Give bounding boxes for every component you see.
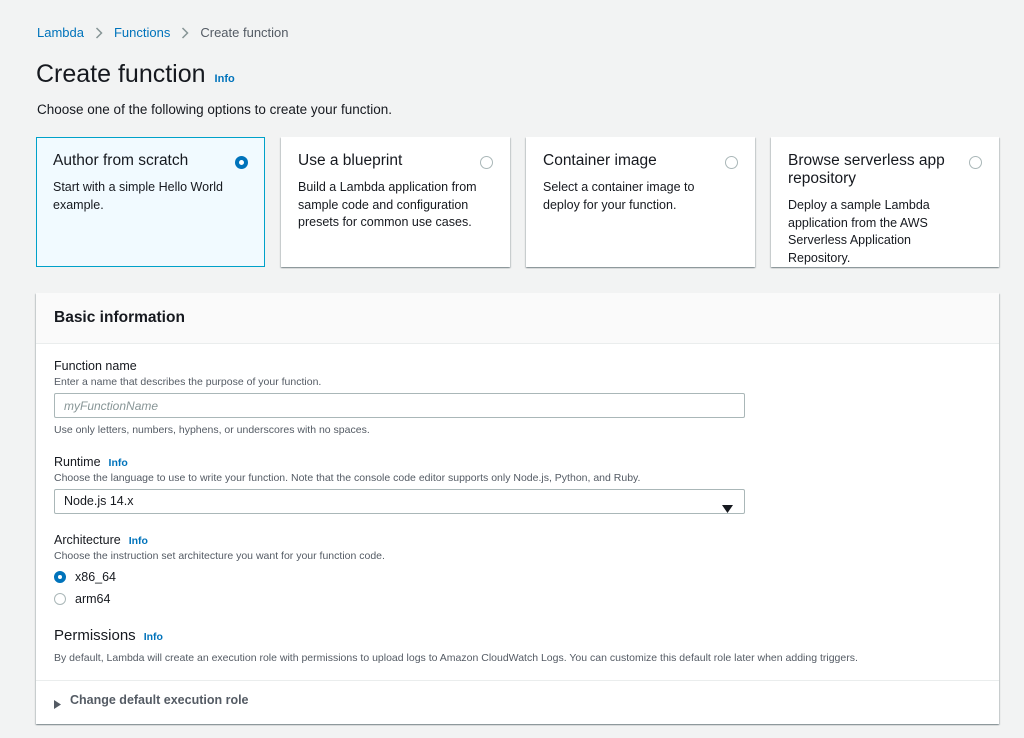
runtime-label: Runtime Info bbox=[54, 455, 128, 469]
function-name-field: Function name Enter a name that describe… bbox=[54, 359, 745, 436]
radio-button[interactable] bbox=[54, 570, 66, 583]
function-name-input[interactable] bbox=[54, 393, 745, 418]
architecture-option-x86-64[interactable]: x86_64 bbox=[54, 568, 385, 585]
option-description: Select a container image to deploy for y… bbox=[543, 180, 695, 212]
runtime-selected-value: Node.js 14.x bbox=[64, 494, 134, 508]
expander-label: Change default execution role bbox=[70, 693, 249, 707]
chevron-right-icon bbox=[170, 25, 200, 40]
radio-label: arm64 bbox=[75, 591, 111, 606]
architecture-field: Architecture Info Choose the instruction… bbox=[54, 533, 385, 607]
radio-label: x86_64 bbox=[75, 569, 117, 584]
option-radio[interactable] bbox=[969, 156, 982, 169]
function-name-label: Function name bbox=[54, 359, 137, 373]
option-title: Browse serverless app repository bbox=[788, 152, 945, 187]
panel-header: Basic information bbox=[36, 293, 999, 344]
architecture-label: Architecture Info bbox=[54, 533, 148, 547]
breadcrumb-lambda-link[interactable]: Lambda bbox=[37, 25, 84, 40]
architecture-description: Choose the instruction set architecture … bbox=[54, 550, 385, 562]
permissions-description: By default, Lambda will create an execut… bbox=[54, 652, 858, 664]
runtime-select[interactable]: Node.js 14.x bbox=[54, 489, 745, 514]
function-name-description: Enter a name that describes the purpose … bbox=[54, 376, 322, 388]
page-title: Create function bbox=[36, 60, 206, 88]
option-browse-serverless-app-repository[interactable]: Browse serverless app repository Deploy … bbox=[771, 137, 999, 267]
option-title: Use a blueprint bbox=[298, 152, 403, 169]
option-author-from-scratch[interactable]: Author from scratch Start with a simple … bbox=[36, 137, 265, 267]
caret-right-icon bbox=[54, 696, 61, 714]
permissions-title: Permissions Info bbox=[54, 627, 163, 644]
option-container-image[interactable]: Container image Select a container image… bbox=[526, 137, 755, 267]
change-default-execution-role-expander[interactable]: Change default execution role bbox=[36, 680, 999, 724]
chevron-right-icon bbox=[84, 25, 114, 40]
option-use-a-blueprint[interactable]: Use a blueprint Build a Lambda applicati… bbox=[281, 137, 510, 267]
page-info-link[interactable]: Info bbox=[215, 73, 235, 85]
option-title: Container image bbox=[543, 152, 657, 169]
permissions-section: Permissions Info By default, Lambda will… bbox=[54, 627, 858, 664]
caret-down-icon bbox=[722, 498, 733, 521]
function-name-constraint: Use only letters, numbers, hyphens, or u… bbox=[54, 424, 370, 436]
breadcrumb-functions-link[interactable]: Functions bbox=[114, 25, 170, 40]
page-header: Create function Info bbox=[36, 60, 235, 89]
panel-title: Basic information bbox=[54, 309, 185, 326]
option-radio[interactable] bbox=[480, 156, 493, 169]
option-description: Start with a simple Hello World example. bbox=[53, 180, 223, 212]
option-radio[interactable] bbox=[725, 156, 738, 169]
radio-button[interactable] bbox=[54, 592, 66, 605]
option-title: Author from scratch bbox=[53, 152, 189, 169]
runtime-description: Choose the language to use to write your… bbox=[54, 472, 641, 484]
runtime-info-link[interactable]: Info bbox=[109, 457, 128, 469]
permissions-info-link[interactable]: Info bbox=[144, 631, 163, 643]
architecture-option-arm64[interactable]: arm64 bbox=[54, 590, 385, 607]
option-description: Build a Lambda application from sample c… bbox=[298, 180, 477, 229]
basic-information-panel: Basic information Function name Enter a … bbox=[36, 293, 999, 724]
breadcrumb: Lambda Functions Create function bbox=[37, 23, 289, 41]
option-radio[interactable] bbox=[235, 156, 248, 169]
runtime-field: Runtime Info Choose the language to use … bbox=[54, 455, 745, 514]
architecture-info-link[interactable]: Info bbox=[129, 535, 148, 547]
option-description: Deploy a sample Lambda application from … bbox=[788, 198, 930, 265]
page-subtitle: Choose one of the following options to c… bbox=[37, 102, 392, 117]
breadcrumb-current: Create function bbox=[200, 24, 289, 40]
